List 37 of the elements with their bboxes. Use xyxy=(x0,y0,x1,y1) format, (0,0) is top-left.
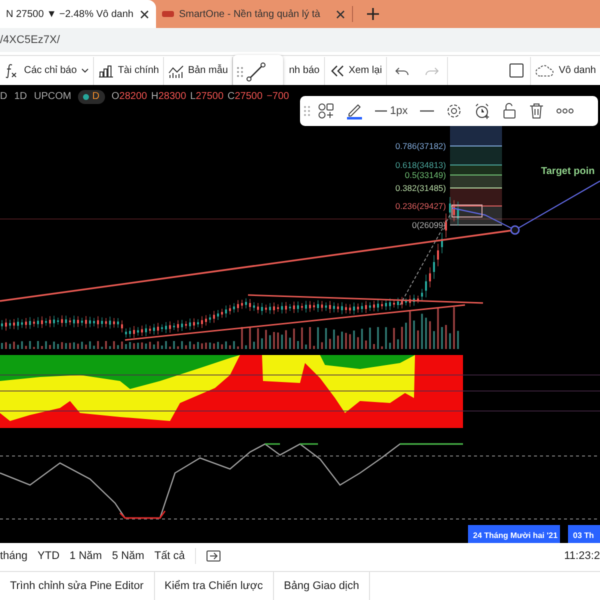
address-text[interactable]: /4XC5Ez7X/ xyxy=(0,32,60,48)
symbol-info: D xyxy=(0,90,8,104)
fib-level-label: 0(26099) xyxy=(412,220,446,230)
ohlc-value: O28200 xyxy=(112,90,148,104)
fib-level-label: 0.786(37182) xyxy=(395,141,446,151)
range-button[interactable]: 1 Năm xyxy=(70,548,102,564)
browser-tab[interactable]: N 27500 ▼ −2.48% Vô danh xyxy=(0,0,156,28)
status-pill[interactable]: D xyxy=(78,90,104,104)
range-button[interactable]: 5 Năm xyxy=(112,548,144,564)
panel-tab[interactable]: Bảng Giao dịch xyxy=(274,572,370,600)
toolbar-button[interactable]: Bản mẫu xyxy=(164,56,232,84)
ohlc-value: C27500 xyxy=(228,90,263,104)
panel-tab[interactable]: Trình chỉnh sửa Pine Editor xyxy=(0,572,155,600)
date-label: 24 Tháng Mười hai '21 xyxy=(468,525,560,543)
ohlc-value: H28300 xyxy=(151,90,186,104)
fib-level-label: 0.5(33149) xyxy=(404,170,446,180)
change-value: −700 xyxy=(266,90,290,104)
browser-tab[interactable]: SmartOne - Nền tảng quản lý tà xyxy=(156,0,352,28)
panel-tab[interactable]: Kiểm tra Chiến lược xyxy=(154,572,274,600)
fib-level-label: 0.382(31485) xyxy=(395,183,446,193)
toolbar-button[interactable]: Các chỉ báo xyxy=(0,56,93,84)
range-button[interactable]: Tất cả xyxy=(154,548,185,564)
target-label: Target poin xyxy=(541,166,595,177)
date-label: 03 Th xyxy=(568,525,600,543)
fib-level-label: 0.618(34813) xyxy=(395,160,446,170)
fib-level-label: 0.236(29427) xyxy=(395,201,446,211)
range-button[interactable]: YTD xyxy=(38,548,60,564)
symbol-info: 1D xyxy=(14,90,28,104)
range-button[interactable]: tháng xyxy=(0,548,28,564)
line-width-button[interactable]: 1px xyxy=(371,100,412,122)
clock-text: 11:23:2 xyxy=(564,548,600,564)
toolbar-button[interactable]: Xem lại xyxy=(324,56,386,84)
layout-button[interactable]: Vô danh xyxy=(530,56,600,84)
symbol-info: UPCOM xyxy=(34,90,72,104)
toolbar-button[interactable]: Tài chính xyxy=(94,56,163,84)
toolbar-button[interactable]: nh báo xyxy=(284,56,324,84)
ohlc-value: L27500 xyxy=(190,90,224,104)
